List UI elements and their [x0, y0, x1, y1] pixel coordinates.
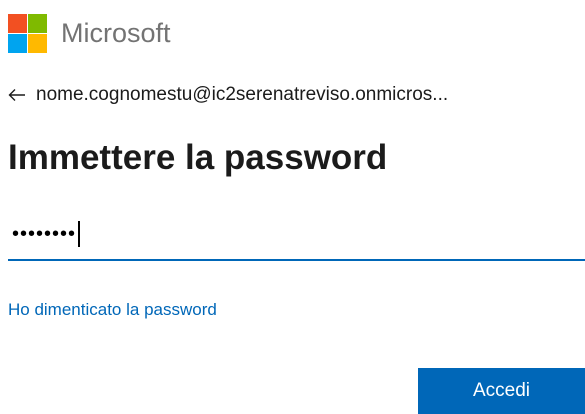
logo-square-red	[8, 14, 27, 33]
microsoft-logo: Microsoft	[8, 14, 171, 53]
microsoft-logo-icon	[8, 14, 47, 53]
password-value-wrap: ••••••••	[12, 221, 81, 247]
forgot-password-link[interactable]: Ho dimenticato la password	[8, 300, 217, 320]
brand-name: Microsoft	[61, 18, 171, 48]
identity-banner[interactable]: nome.cognomestu@ic2serenatreviso.onmicro…	[8, 84, 448, 106]
sign-in-button[interactable]: Accedi	[418, 368, 585, 414]
password-masked-value: ••••••••	[12, 222, 77, 245]
logo-square-yellow	[28, 34, 47, 53]
logo-square-green	[28, 14, 47, 33]
logo-square-blue	[8, 34, 27, 53]
text-caret	[78, 221, 81, 247]
password-input[interactable]: ••••••••	[8, 213, 585, 261]
account-email: nome.cognomestu@ic2serenatreviso.onmicro…	[36, 84, 449, 105]
back-arrow-icon[interactable]	[8, 88, 26, 102]
page-title: Immettere la password	[8, 138, 388, 177]
sign-in-page: Microsoft nome.cognomestu@ic2serenatrevi…	[0, 0, 585, 414]
